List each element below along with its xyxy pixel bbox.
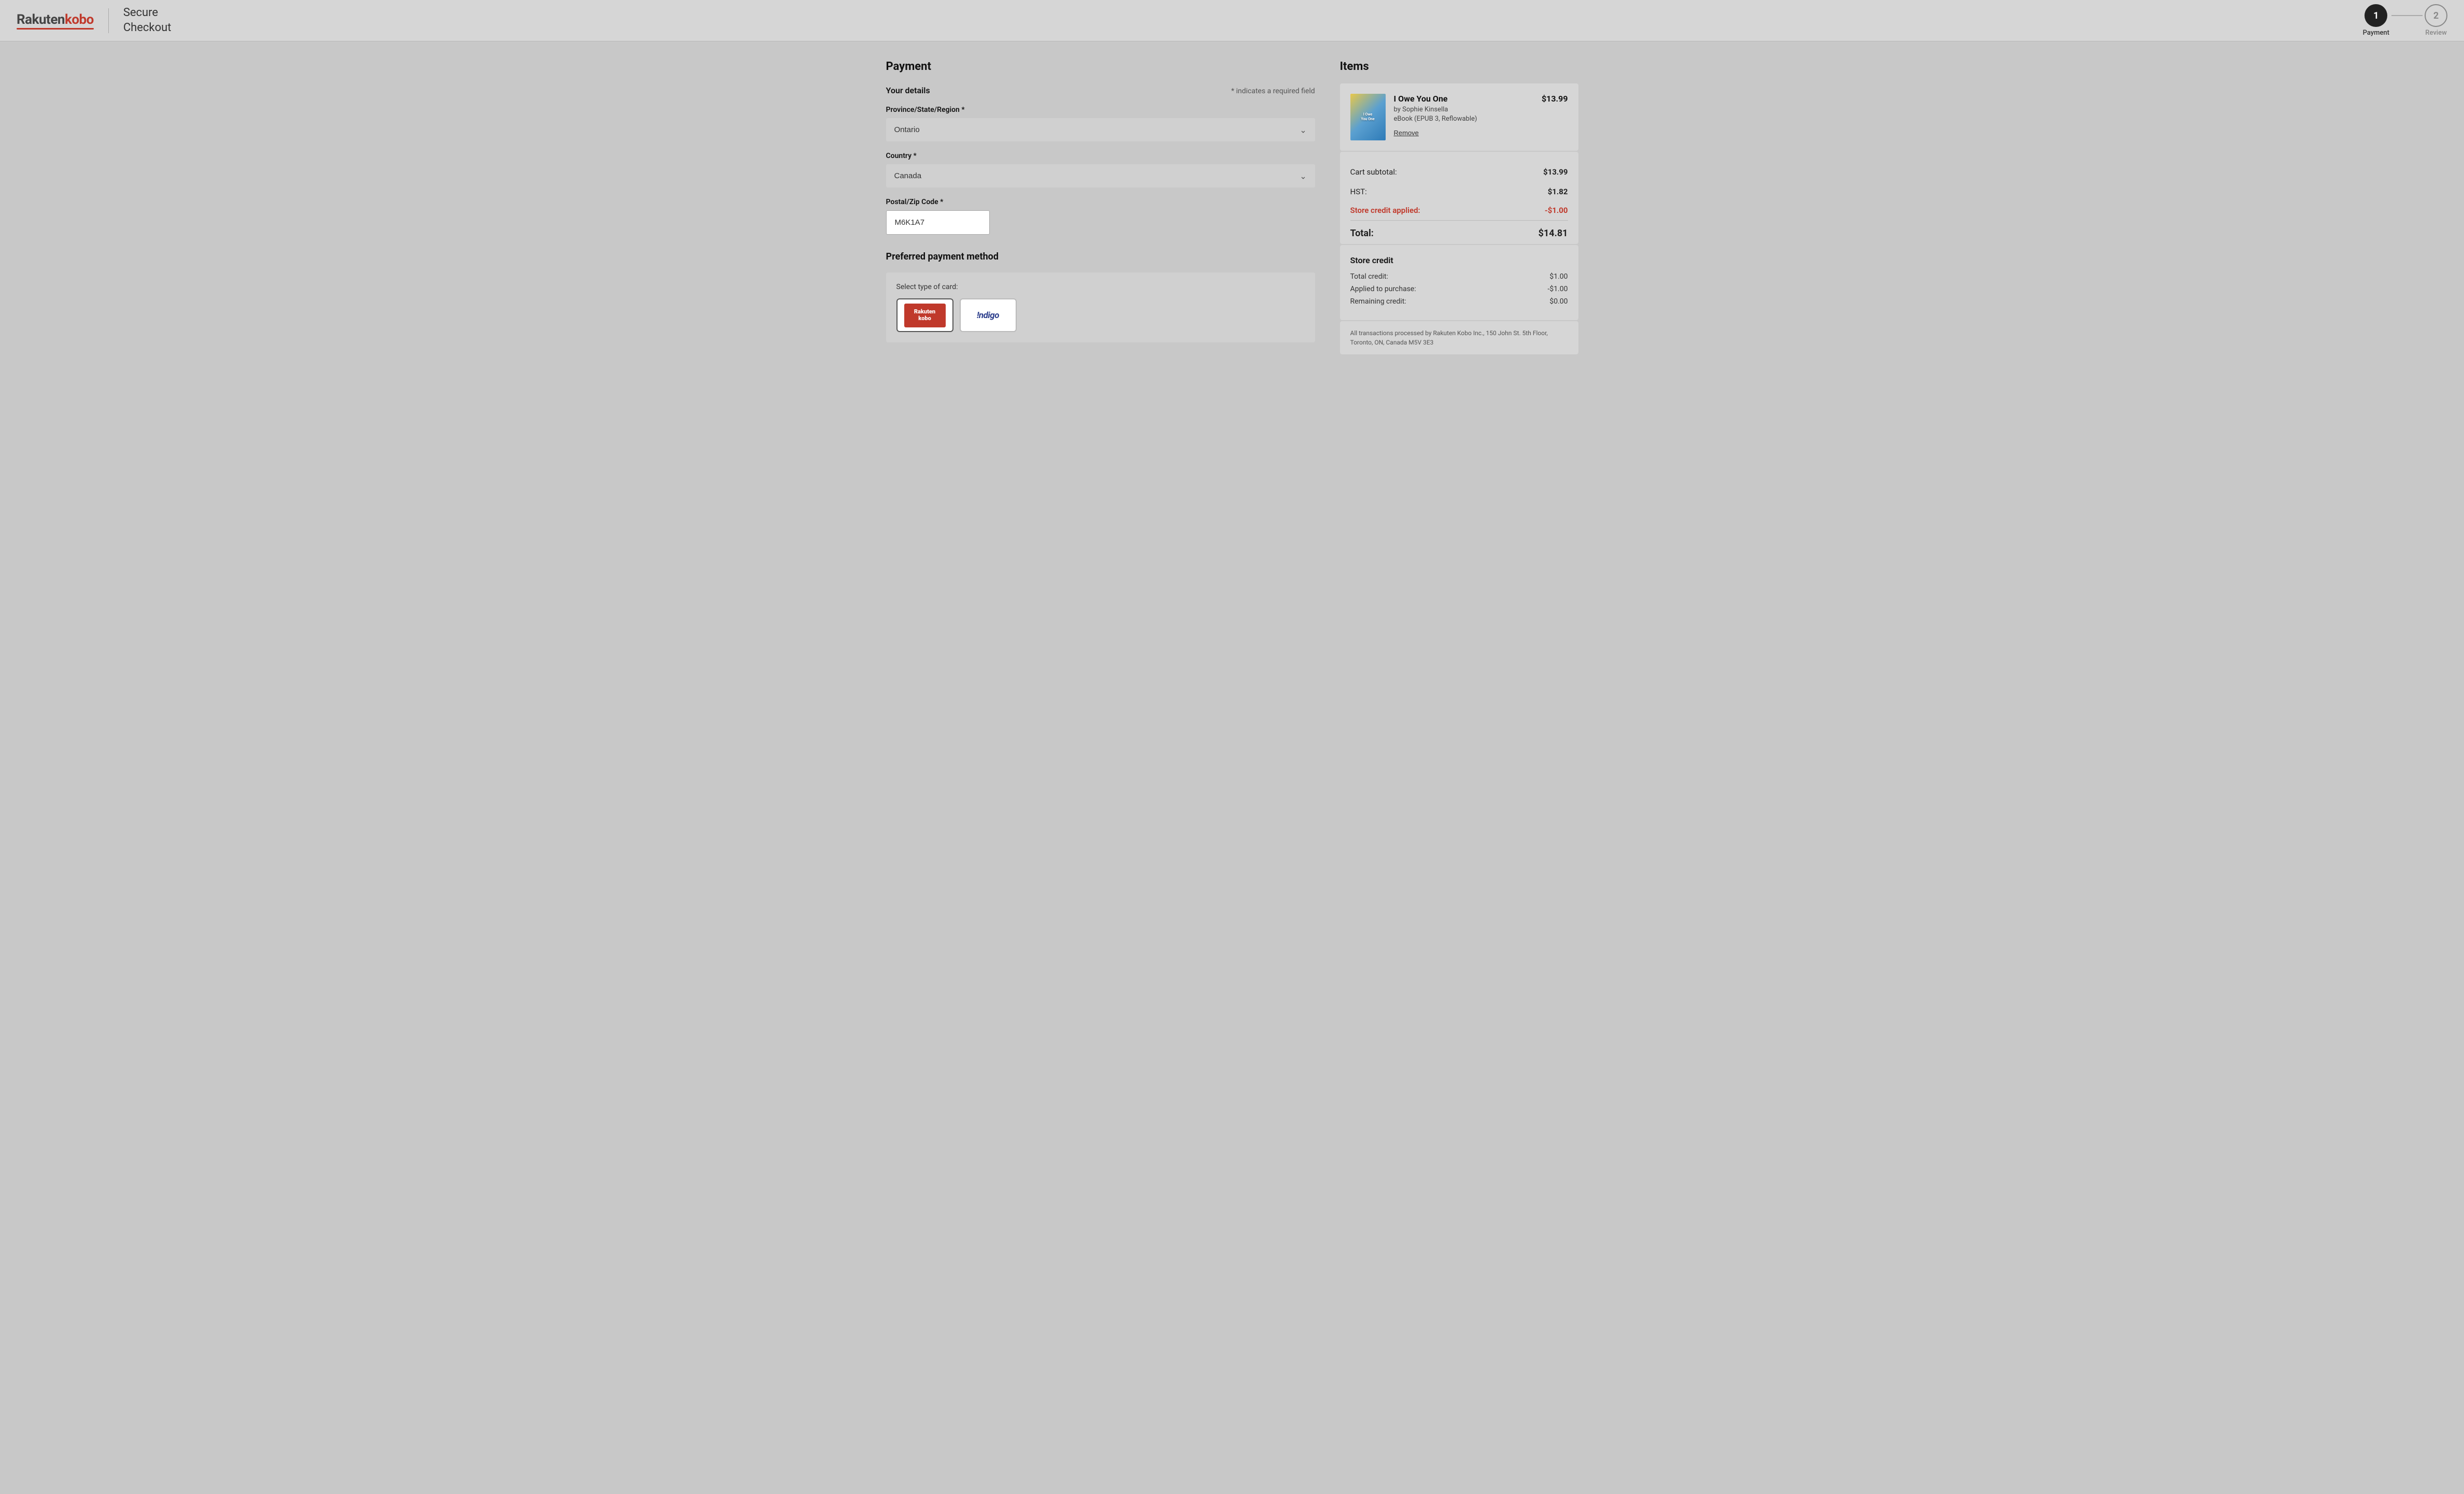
total-credit-label: Total credit: (1350, 272, 1388, 281)
card-option-indigo[interactable]: !ndigo (960, 298, 1017, 332)
item-card: I OweYou One I Owe You One by Sophie Kin… (1340, 83, 1578, 151)
item-price: $13.99 (1542, 94, 1568, 104)
applied-row: Applied to purchase: -$1.00 (1350, 285, 1568, 293)
payment-title: Payment (886, 60, 1315, 73)
logo-underline (17, 28, 94, 30)
step-payment-circle: 1 (2365, 4, 2387, 27)
country-label: Country * (886, 152, 1315, 160)
store-credit-row: Store credit applied: -$1.00 (1350, 200, 1568, 220)
applied-label: Applied to purchase: (1350, 285, 1416, 293)
totals-section: Cart subtotal: $13.99 HST: $1.82 Store c… (1340, 152, 1578, 244)
header-title: SecureCheckout (123, 6, 172, 35)
checkout-steps: 1 Payment 2 Review (2363, 4, 2447, 37)
total-row: Total: $14.81 (1350, 220, 1568, 244)
province-label: Province/State/Region * (886, 106, 1315, 114)
logo-rakuten-text: Rakuten (17, 12, 65, 27)
indigo-logo-text: !ndigo (977, 310, 999, 321)
total-credit-value: $1.00 (1549, 272, 1568, 281)
postal-label: Postal/Zip Code * (886, 198, 1315, 206)
rakuten-kobo-logo-text: Rakutenkobo (914, 309, 935, 321)
card-selector-label: Select type of card: (896, 283, 1305, 291)
items-panel: Items I OweYou One I Owe You One by Soph… (1340, 60, 1578, 354)
book-cover: I OweYou One (1350, 94, 1386, 140)
cart-subtotal-value: $13.99 (1543, 167, 1568, 177)
hst-label: HST: (1350, 187, 1367, 196)
store-credit-label: Store credit applied: (1350, 206, 1420, 215)
card-selector-box: Select type of card: Rakutenkobo !ndigo (886, 272, 1315, 342)
main-content: Payment Your details * indicates a requi… (870, 41, 1595, 373)
province-select[interactable]: Ontario (886, 118, 1315, 141)
total-value: $14.81 (1539, 228, 1568, 239)
required-note: * indicates a required field (1231, 87, 1315, 95)
remaining-label: Remaining credit: (1350, 297, 1406, 306)
item-title: I Owe You One (1394, 94, 1533, 104)
store-credit-section-title: Store credit (1350, 255, 1568, 265)
hst-row: HST: $1.82 (1350, 182, 1568, 200)
applied-value: -$1.00 (1547, 285, 1568, 293)
header-divider (108, 8, 109, 33)
cart-subtotal-label: Cart subtotal: (1350, 167, 1397, 177)
province-field-group: Province/State/Region * Ontario ⌄ (886, 106, 1315, 141)
step-payment-label: Payment (2363, 29, 2389, 37)
step-review-circle: 2 (2425, 4, 2447, 27)
step-connector (2391, 15, 2423, 16)
country-select-wrapper[interactable]: Canada ⌄ (886, 164, 1315, 188)
your-details-row: Your details * indicates a required fiel… (886, 85, 1315, 95)
card-option-rakuten-kobo[interactable]: Rakutenkobo (896, 298, 953, 332)
logo-kobo-text: kobo (65, 12, 94, 27)
total-label: Total: (1350, 228, 1374, 239)
country-field-group: Country * Canada ⌄ (886, 152, 1315, 188)
items-title: Items (1340, 60, 1578, 73)
cart-subtotal-row: Cart subtotal: $13.99 (1350, 162, 1568, 182)
step-review: 2 Review (2425, 4, 2447, 37)
total-credit-row: Total credit: $1.00 (1350, 272, 1568, 281)
step-review-label: Review (2425, 29, 2446, 37)
footer-note: All transactions processed by Rakuten Ko… (1340, 321, 1578, 354)
item-details: I Owe You One by Sophie Kinsella eBook (… (1394, 94, 1533, 137)
country-select[interactable]: Canada (886, 164, 1315, 188)
card-options: Rakutenkobo !ndigo (896, 298, 1305, 332)
step-payment: 1 Payment (2363, 4, 2389, 37)
remove-button[interactable]: Remove (1394, 129, 1419, 137)
book-cover-text: I OweYou One (1359, 110, 1376, 124)
hst-value: $1.82 (1548, 187, 1568, 196)
remaining-value: $0.00 (1549, 297, 1568, 306)
item-format: eBook (EPUB 3, Reflowable) (1394, 115, 1533, 123)
province-select-wrapper[interactable]: Ontario ⌄ (886, 118, 1315, 141)
header: Rakutenkobo SecureCheckout 1 Payment 2 R… (0, 0, 2464, 41)
your-details-label: Your details (886, 85, 930, 95)
item-author: by Sophie Kinsella (1394, 106, 1533, 113)
store-credit-value: -$1.00 (1545, 206, 1568, 215)
postal-field-group: Postal/Zip Code * (886, 198, 1315, 235)
logo: Rakutenkobo (17, 12, 94, 30)
payment-method-title: Preferred payment method (886, 251, 1315, 262)
payment-panel: Payment Your details * indicates a requi… (886, 60, 1340, 354)
store-credit-section: Store credit Total credit: $1.00 Applied… (1340, 245, 1578, 320)
postal-input[interactable] (886, 210, 990, 235)
remaining-row: Remaining credit: $0.00 (1350, 297, 1568, 306)
